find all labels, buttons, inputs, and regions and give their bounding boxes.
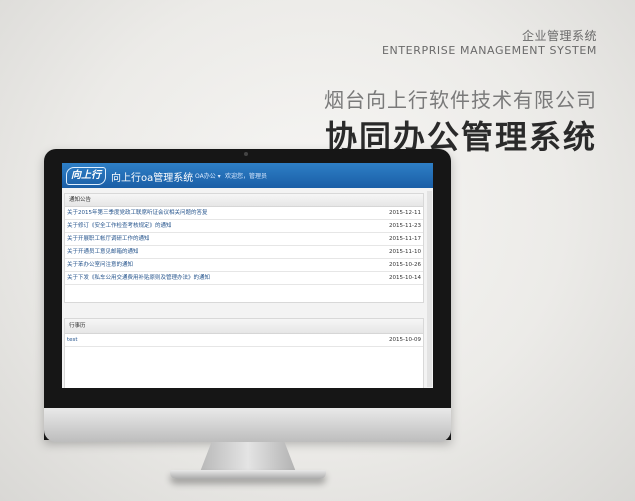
app-screen: 向上行 向上行oa管理系统 OA办公 ▾ 欢迎您，管理员 通知公告 关于2015…	[62, 163, 433, 388]
notice-panel-title: 通知公告	[65, 194, 423, 207]
header-subtitle-cn: 企业管理系统	[521, 29, 597, 43]
notice-title-link[interactable]: 关于2015年第三季度党政工联席听证会议相关问题的答复	[67, 207, 208, 219]
app-top-bar: 向上行 向上行oa管理系统 OA办公 ▾ 欢迎您，管理员	[62, 163, 433, 188]
schedule-panel-title: 行事历	[65, 319, 423, 334]
notice-date: 2015-11-23	[389, 223, 421, 229]
notice-row[interactable]: 关于开通员工意见邮箱的通知 2015-11-10	[65, 246, 423, 259]
schedule-title-link[interactable]: test	[67, 334, 78, 346]
notice-title-link[interactable]: 关于开通员工意见邮箱的通知	[67, 246, 139, 258]
notice-title-link[interactable]: 关于下发《私车公用交通费用补贴原则及管理办法》的通知	[67, 272, 210, 284]
notice-date: 2015-11-17	[389, 236, 421, 242]
schedule-row[interactable]: test 2015-10-09	[65, 334, 423, 347]
welcome-text: 欢迎您，管理员	[225, 173, 268, 180]
notice-list: 关于2015年第三季度党政工联席听证会议相关问题的答复 2015-12-11 关于修…	[65, 207, 423, 285]
notice-row[interactable]: 关于苯办公室问注意的通知 2015-10-26	[65, 259, 423, 272]
scrollbar[interactable]	[427, 191, 432, 387]
notice-panel: 通知公告 关于2015年第三季度党政工联席听证会议相关问题的答复 2015-12-…	[64, 193, 424, 303]
company-name: 烟台向上行软件技术有限公司	[324, 88, 597, 112]
monitor-chin	[44, 408, 451, 442]
notice-date: 2015-11-10	[389, 249, 421, 255]
notice-title-link[interactable]: 关于开展职工帐厅调研工作的通知	[67, 233, 150, 245]
notice-row[interactable]: 关于开展职工帐厅调研工作的通知 2015-11-17	[65, 233, 423, 246]
oa-menu[interactable]: OA办公 ▾	[195, 171, 221, 180]
notice-row[interactable]: 关于下发《私车公用交通费用补贴原则及管理办法》的通知 2015-10-14	[65, 272, 423, 285]
app-logo[interactable]: 向上行	[66, 167, 106, 185]
notice-row[interactable]: 关于修订《安全工作检查考核规定》的通知 2015-11-23	[65, 220, 423, 233]
monitor-stand	[200, 442, 296, 472]
schedule-date: 2015-10-09	[389, 337, 421, 343]
notice-date: 2015-10-26	[389, 262, 421, 268]
schedule-panel: 行事历 test 2015-10-09	[64, 318, 424, 388]
notice-date: 2015-10-14	[389, 275, 421, 281]
notice-title-link[interactable]: 关于苯办公室问注意的通知	[67, 259, 133, 271]
notice-date: 2015-12-11	[389, 210, 421, 216]
schedule-list: test 2015-10-09	[65, 334, 423, 347]
notice-title-link[interactable]: 关于修订《安全工作检查考核规定》的通知	[67, 220, 172, 232]
notice-row[interactable]: 关于2015年第三季度党政工联席听证会议相关问题的答复 2015-12-11	[65, 207, 423, 220]
camera-dot	[244, 152, 248, 156]
app-name: 向上行oa管理系统	[111, 173, 194, 184]
header-subtitle-en: ENTERPRISE MANAGEMENT SYSTEM	[381, 44, 597, 57]
monitor-base	[170, 470, 326, 479]
